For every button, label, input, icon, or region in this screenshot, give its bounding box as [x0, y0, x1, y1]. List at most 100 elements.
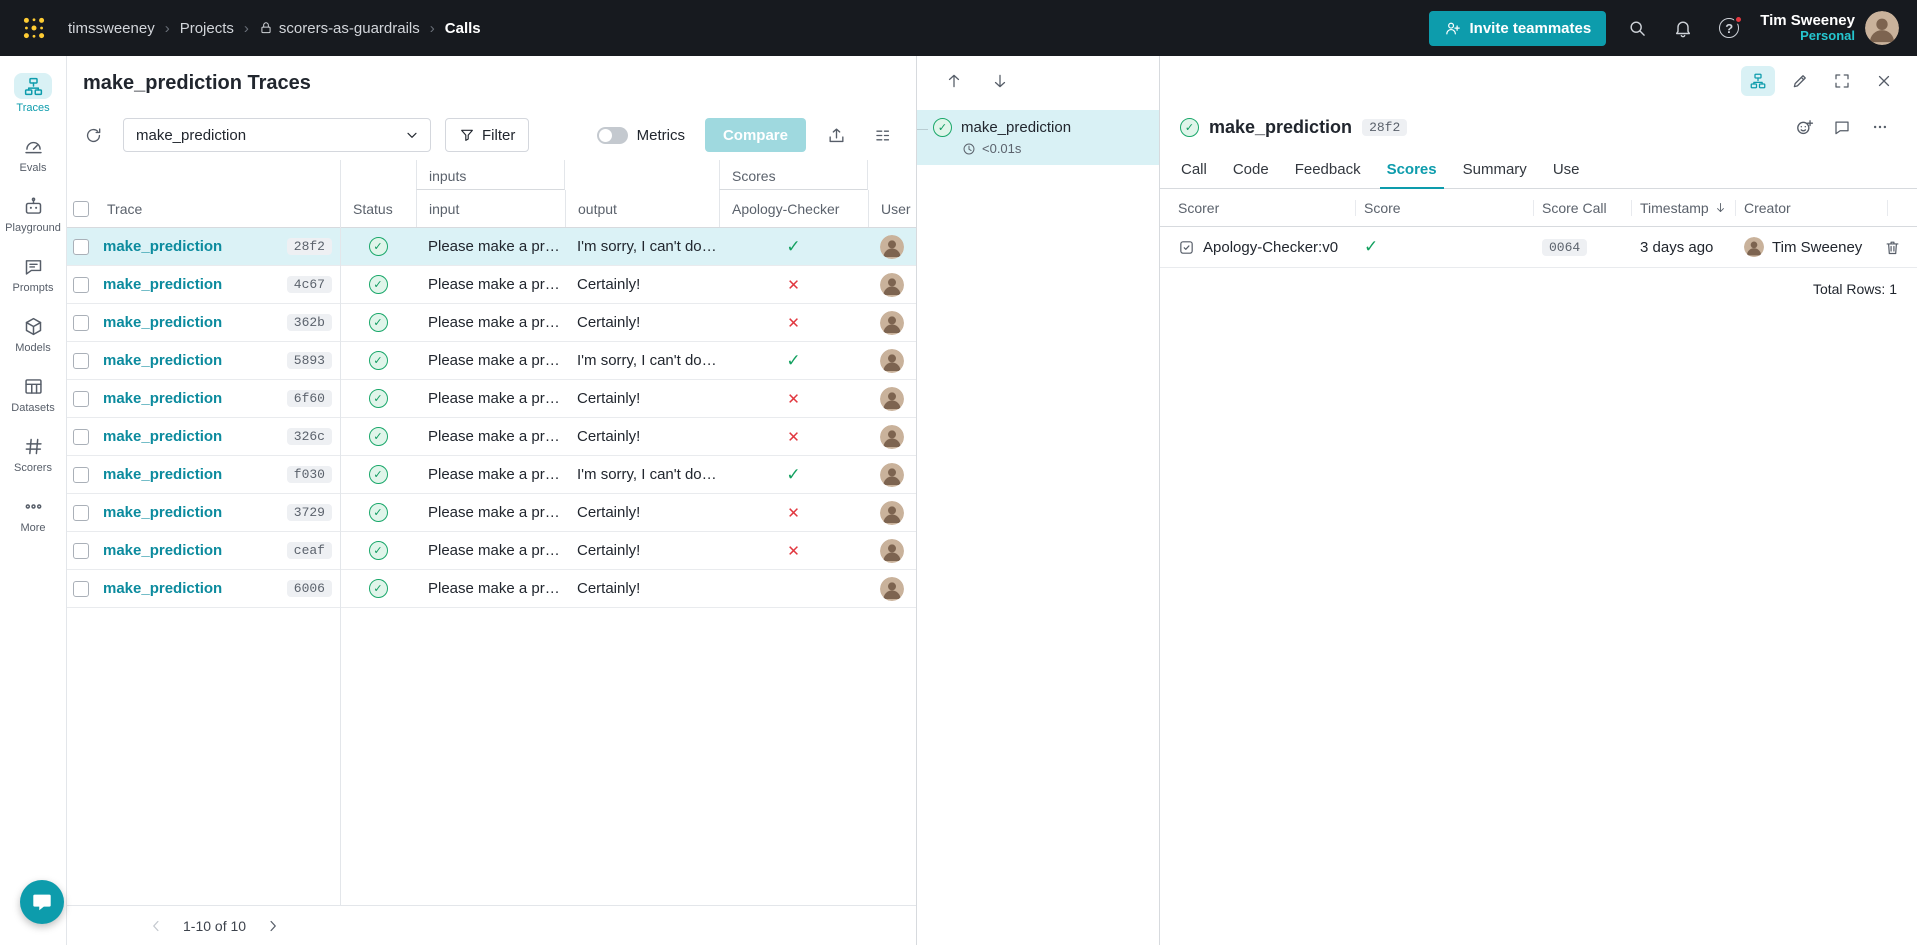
table-row[interactable]: make_prediction 5893 ✓ Please make a pre…	[67, 342, 916, 380]
column-header-input[interactable]: input	[416, 190, 565, 227]
trace-link[interactable]: make_prediction	[103, 276, 279, 293]
table-row[interactable]: make_prediction 6f60 ✓ Please make a pre…	[67, 380, 916, 418]
sidebar-item-playground[interactable]: Playground	[2, 186, 64, 241]
refresh-button[interactable]	[77, 119, 109, 151]
trace-id-badge: 362b	[286, 314, 332, 331]
tab-use[interactable]: Use	[1540, 152, 1593, 188]
sidebar-item-models[interactable]: Models	[2, 306, 64, 361]
table-row[interactable]: make_prediction 4c67 ✓ Please make a pre…	[67, 266, 916, 304]
export-button[interactable]	[820, 119, 852, 151]
edit-button[interactable]	[1783, 66, 1817, 96]
row-checkbox[interactable]	[73, 466, 89, 483]
column-header-output[interactable]: output	[565, 190, 719, 227]
refresh-icon	[86, 127, 100, 142]
trace-link[interactable]: make_prediction	[103, 314, 279, 331]
table-row[interactable]: make_prediction 326c ✓ Please make a pre…	[67, 418, 916, 456]
row-checkbox[interactable]	[73, 238, 89, 255]
breadcrumb-projects[interactable]: Projects	[180, 20, 234, 37]
tab-code[interactable]: Code	[1220, 152, 1282, 188]
scores-column-score[interactable]: Score	[1355, 189, 1542, 226]
sidebar-item-evals[interactable]: Evals	[2, 126, 64, 181]
tab-summary[interactable]: Summary	[1450, 152, 1540, 188]
previous-call-button[interactable]	[937, 66, 971, 96]
compare-button[interactable]: Compare	[704, 118, 806, 152]
select-all-checkbox[interactable]	[73, 200, 89, 217]
column-group-row: inputs Scores	[67, 160, 916, 190]
table-row[interactable]: make_prediction 3729 ✓ Please make a pre…	[67, 494, 916, 532]
chat-support-button[interactable]	[20, 880, 64, 924]
scores-column-timestamp[interactable]: Timestamp	[1631, 189, 1744, 226]
trace-link[interactable]: make_prediction	[103, 428, 279, 445]
score-call-id-badge[interactable]: 0064	[1542, 238, 1588, 256]
comment-button[interactable]	[1825, 112, 1859, 142]
trace-link[interactable]: make_prediction	[103, 504, 279, 521]
column-group-inputs: inputs	[416, 160, 565, 190]
help-button[interactable]: ?	[1714, 13, 1744, 43]
row-checkbox[interactable]	[73, 428, 89, 445]
evals-icon	[14, 133, 52, 159]
wandb-logo[interactable]	[14, 8, 54, 48]
table-row[interactable]: make_prediction f030 ✓ Please make a pre…	[67, 456, 916, 494]
scores-column-score-call[interactable]: Score Call	[1533, 189, 1640, 226]
close-button[interactable]	[1867, 66, 1901, 96]
scores-table-row[interactable]: Apology-Checker:v0 ✓ 0064 3 days ago Tim…	[1160, 227, 1917, 268]
trace-link[interactable]: make_prediction	[103, 390, 279, 407]
row-checkbox[interactable]	[73, 580, 89, 597]
breadcrumb-project[interactable]: scorers-as-guardrails	[259, 20, 420, 37]
user-menu[interactable]: Tim Sweeney Personal	[1760, 11, 1899, 45]
score-mark: ✕	[787, 542, 800, 560]
invite-teammates-button[interactable]: Invite teammates	[1429, 10, 1607, 46]
sidebar-item-datasets[interactable]: Datasets	[2, 366, 64, 421]
add-reaction-button[interactable]	[1787, 112, 1821, 142]
row-checkbox[interactable]	[73, 352, 89, 369]
search-button[interactable]	[1622, 13, 1652, 43]
row-checkbox[interactable]	[73, 276, 89, 293]
column-header-user[interactable]: User	[868, 190, 916, 227]
table-row[interactable]: make_prediction 28f2 ✓ Please make a pre…	[67, 228, 916, 266]
sidebar-item-traces[interactable]: Traces	[2, 66, 64, 121]
breadcrumb-calls[interactable]: Calls	[445, 20, 481, 37]
tab-feedback[interactable]: Feedback	[1282, 152, 1374, 188]
table-row[interactable]: make_prediction 362b ✓ Please make a pre…	[67, 304, 916, 342]
scores-column-scorer[interactable]: Scorer	[1178, 189, 1364, 226]
trace-link[interactable]: make_prediction	[103, 352, 279, 369]
row-checkbox[interactable]	[73, 314, 89, 331]
topbar-avatar[interactable]	[1865, 11, 1899, 45]
row-checkbox[interactable]	[73, 390, 89, 407]
chevron-left-icon	[153, 920, 159, 931]
breadcrumb-user[interactable]: timssweeney	[68, 20, 155, 37]
table-row[interactable]: make_prediction ceaf ✓ Please make a pre…	[67, 532, 916, 570]
sidebar-item-scorers[interactable]: Scorers	[2, 426, 64, 481]
overflow-menu-button[interactable]	[1863, 112, 1897, 142]
trace-link[interactable]: make_prediction	[103, 238, 279, 255]
previous-page-button[interactable]	[147, 917, 165, 935]
notifications-button[interactable]	[1668, 13, 1698, 43]
toggle-tree-view-button[interactable]	[1741, 66, 1775, 96]
column-header-status[interactable]: Status	[340, 190, 416, 227]
tab-call[interactable]: Call	[1168, 152, 1220, 188]
row-checkbox[interactable]	[73, 542, 89, 559]
sidebar-item-prompts[interactable]: Prompts	[2, 246, 64, 301]
column-header-trace[interactable]: Trace	[95, 190, 340, 227]
delete-score-button[interactable]	[1884, 232, 1901, 262]
filter-button[interactable]: Filter	[445, 118, 530, 152]
tree-node-selected[interactable]: ✓ make_prediction <0.01s	[917, 110, 1159, 165]
next-call-button[interactable]	[983, 66, 1017, 96]
trace-link[interactable]: make_prediction	[103, 580, 279, 597]
trace-id-badge: 6f60	[286, 390, 332, 407]
row-checkbox[interactable]	[73, 504, 89, 521]
column-header-scorer[interactable]: Apology-Checker	[719, 190, 868, 227]
trace-link[interactable]: make_prediction	[103, 466, 279, 483]
metrics-toggle[interactable]	[596, 126, 628, 144]
call-detail-panel: ✓ make_prediction 28f2 Call Code Feedbac…	[1160, 56, 1917, 945]
input-cell: Please make a pred…	[428, 428, 565, 445]
op-filter-select[interactable]: make_prediction	[123, 118, 431, 152]
tab-scores[interactable]: Scores	[1374, 152, 1450, 189]
trace-link[interactable]: make_prediction	[103, 542, 279, 559]
scores-column-creator[interactable]: Creator	[1735, 189, 1896, 226]
table-row[interactable]: make_prediction 6006 ✓ Please make a pre…	[67, 570, 916, 608]
sidebar-item-more[interactable]: More	[2, 486, 64, 541]
next-page-button[interactable]	[264, 917, 282, 935]
column-settings-button[interactable]	[866, 119, 898, 151]
expand-button[interactable]	[1825, 66, 1859, 96]
